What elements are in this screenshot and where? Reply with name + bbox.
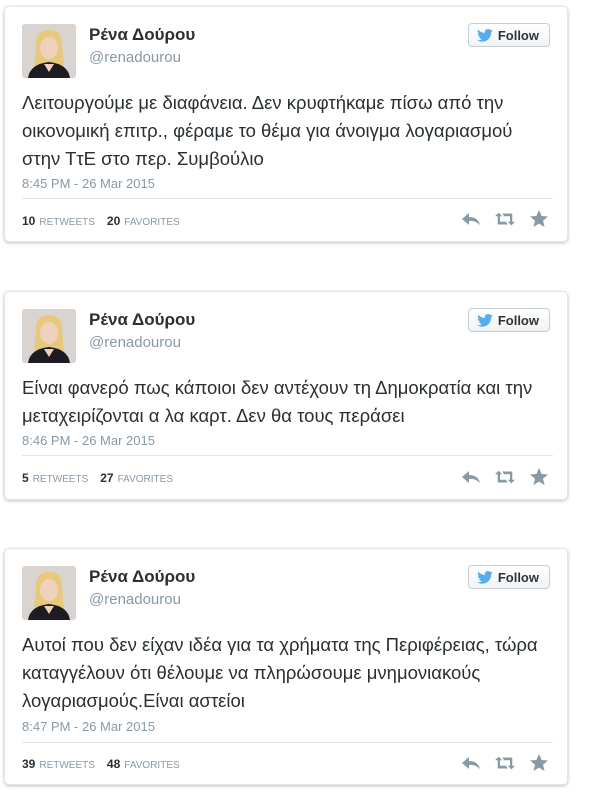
avatar[interactable] — [22, 309, 76, 363]
twitter-bird-icon — [477, 570, 493, 584]
retweet-count[interactable]: 5 — [22, 471, 29, 485]
screen-name[interactable]: @renadourou — [89, 49, 181, 66]
divider — [22, 742, 553, 743]
timestamp[interactable]: 8:45 PM - 26 Mar 2015 — [22, 176, 155, 191]
follow-label: Follow — [497, 27, 539, 43]
tweet-actions — [461, 210, 549, 228]
avatar[interactable] — [22, 566, 76, 620]
follow-label: Follow — [497, 569, 539, 585]
reply-icon[interactable] — [461, 468, 481, 486]
tweet-text: Λειτουργούμε με διαφάνεια. Δεν κρυφτήκαμ… — [22, 92, 513, 169]
reply-icon[interactable] — [461, 754, 481, 772]
twitter-bird-icon — [477, 28, 493, 42]
screen-name[interactable]: @renadourou — [89, 591, 181, 608]
follow-label: Follow — [497, 312, 539, 328]
divider — [22, 198, 553, 199]
favorite-count[interactable]: 48 — [107, 757, 120, 771]
display-name[interactable]: Ρένα Δούρου — [89, 310, 195, 330]
favorites-label: FAVORITES — [124, 760, 180, 771]
reply-icon[interactable] — [461, 210, 481, 228]
tweet-card: Ρένα Δούρου @renadourou Follow Λειτουργο… — [4, 6, 568, 242]
retweet-icon[interactable] — [495, 210, 515, 228]
twitter-bird-icon — [477, 313, 493, 327]
favorite-star-icon[interactable] — [529, 210, 549, 228]
tweet-text: Αυτοί που δεν είχαν ιδέα για τα χρήματα … — [22, 634, 538, 711]
divider — [22, 455, 553, 456]
favorites-label: FAVORITES — [124, 217, 180, 228]
display-name[interactable]: Ρένα Δούρου — [89, 567, 195, 587]
tweet-card: Ρένα Δούρου @renadourou Follow Αυτοί που… — [4, 548, 568, 785]
follow-button[interactable]: Follow — [467, 23, 550, 47]
retweets-label: RETWEETS — [32, 474, 89, 485]
tweet-stats: 10 RETWEETS 20 FAVORITES — [22, 214, 188, 228]
follow-button[interactable]: Follow — [467, 308, 550, 332]
tweet-stats: 5 RETWEETS 27 FAVORITES — [22, 471, 181, 485]
tweet-card: Ρένα Δούρου @renadourou Follow Είναι φαν… — [4, 291, 568, 500]
favorites-label: FAVORITES — [117, 474, 173, 485]
display-name[interactable]: Ρένα Δούρου — [89, 25, 195, 45]
tweet-actions — [461, 468, 549, 486]
favorite-star-icon[interactable] — [529, 468, 549, 486]
retweet-count[interactable]: 10 — [22, 214, 35, 228]
timestamp[interactable]: 8:47 PM - 26 Mar 2015 — [22, 719, 155, 734]
avatar[interactable] — [22, 24, 76, 78]
favorite-star-icon[interactable] — [529, 754, 549, 772]
retweets-label: RETWEETS — [39, 760, 95, 771]
tweet-actions — [461, 754, 549, 772]
retweet-count[interactable]: 39 — [22, 757, 35, 771]
retweet-icon[interactable] — [495, 754, 515, 772]
follow-button[interactable]: Follow — [467, 565, 550, 589]
tweet-stats: 39 RETWEETS 48 FAVORITES — [22, 757, 188, 771]
favorite-count[interactable]: 20 — [107, 214, 120, 228]
retweets-label: RETWEETS — [39, 217, 95, 228]
screen-name[interactable]: @renadourou — [89, 334, 181, 351]
favorite-count[interactable]: 27 — [100, 471, 113, 485]
retweet-icon[interactable] — [495, 468, 515, 486]
tweet-text: Είναι φανερό πως κάποιοι δεν αντέχουν τη… — [22, 377, 533, 426]
timestamp[interactable]: 8:46 PM - 26 Mar 2015 — [22, 433, 155, 448]
